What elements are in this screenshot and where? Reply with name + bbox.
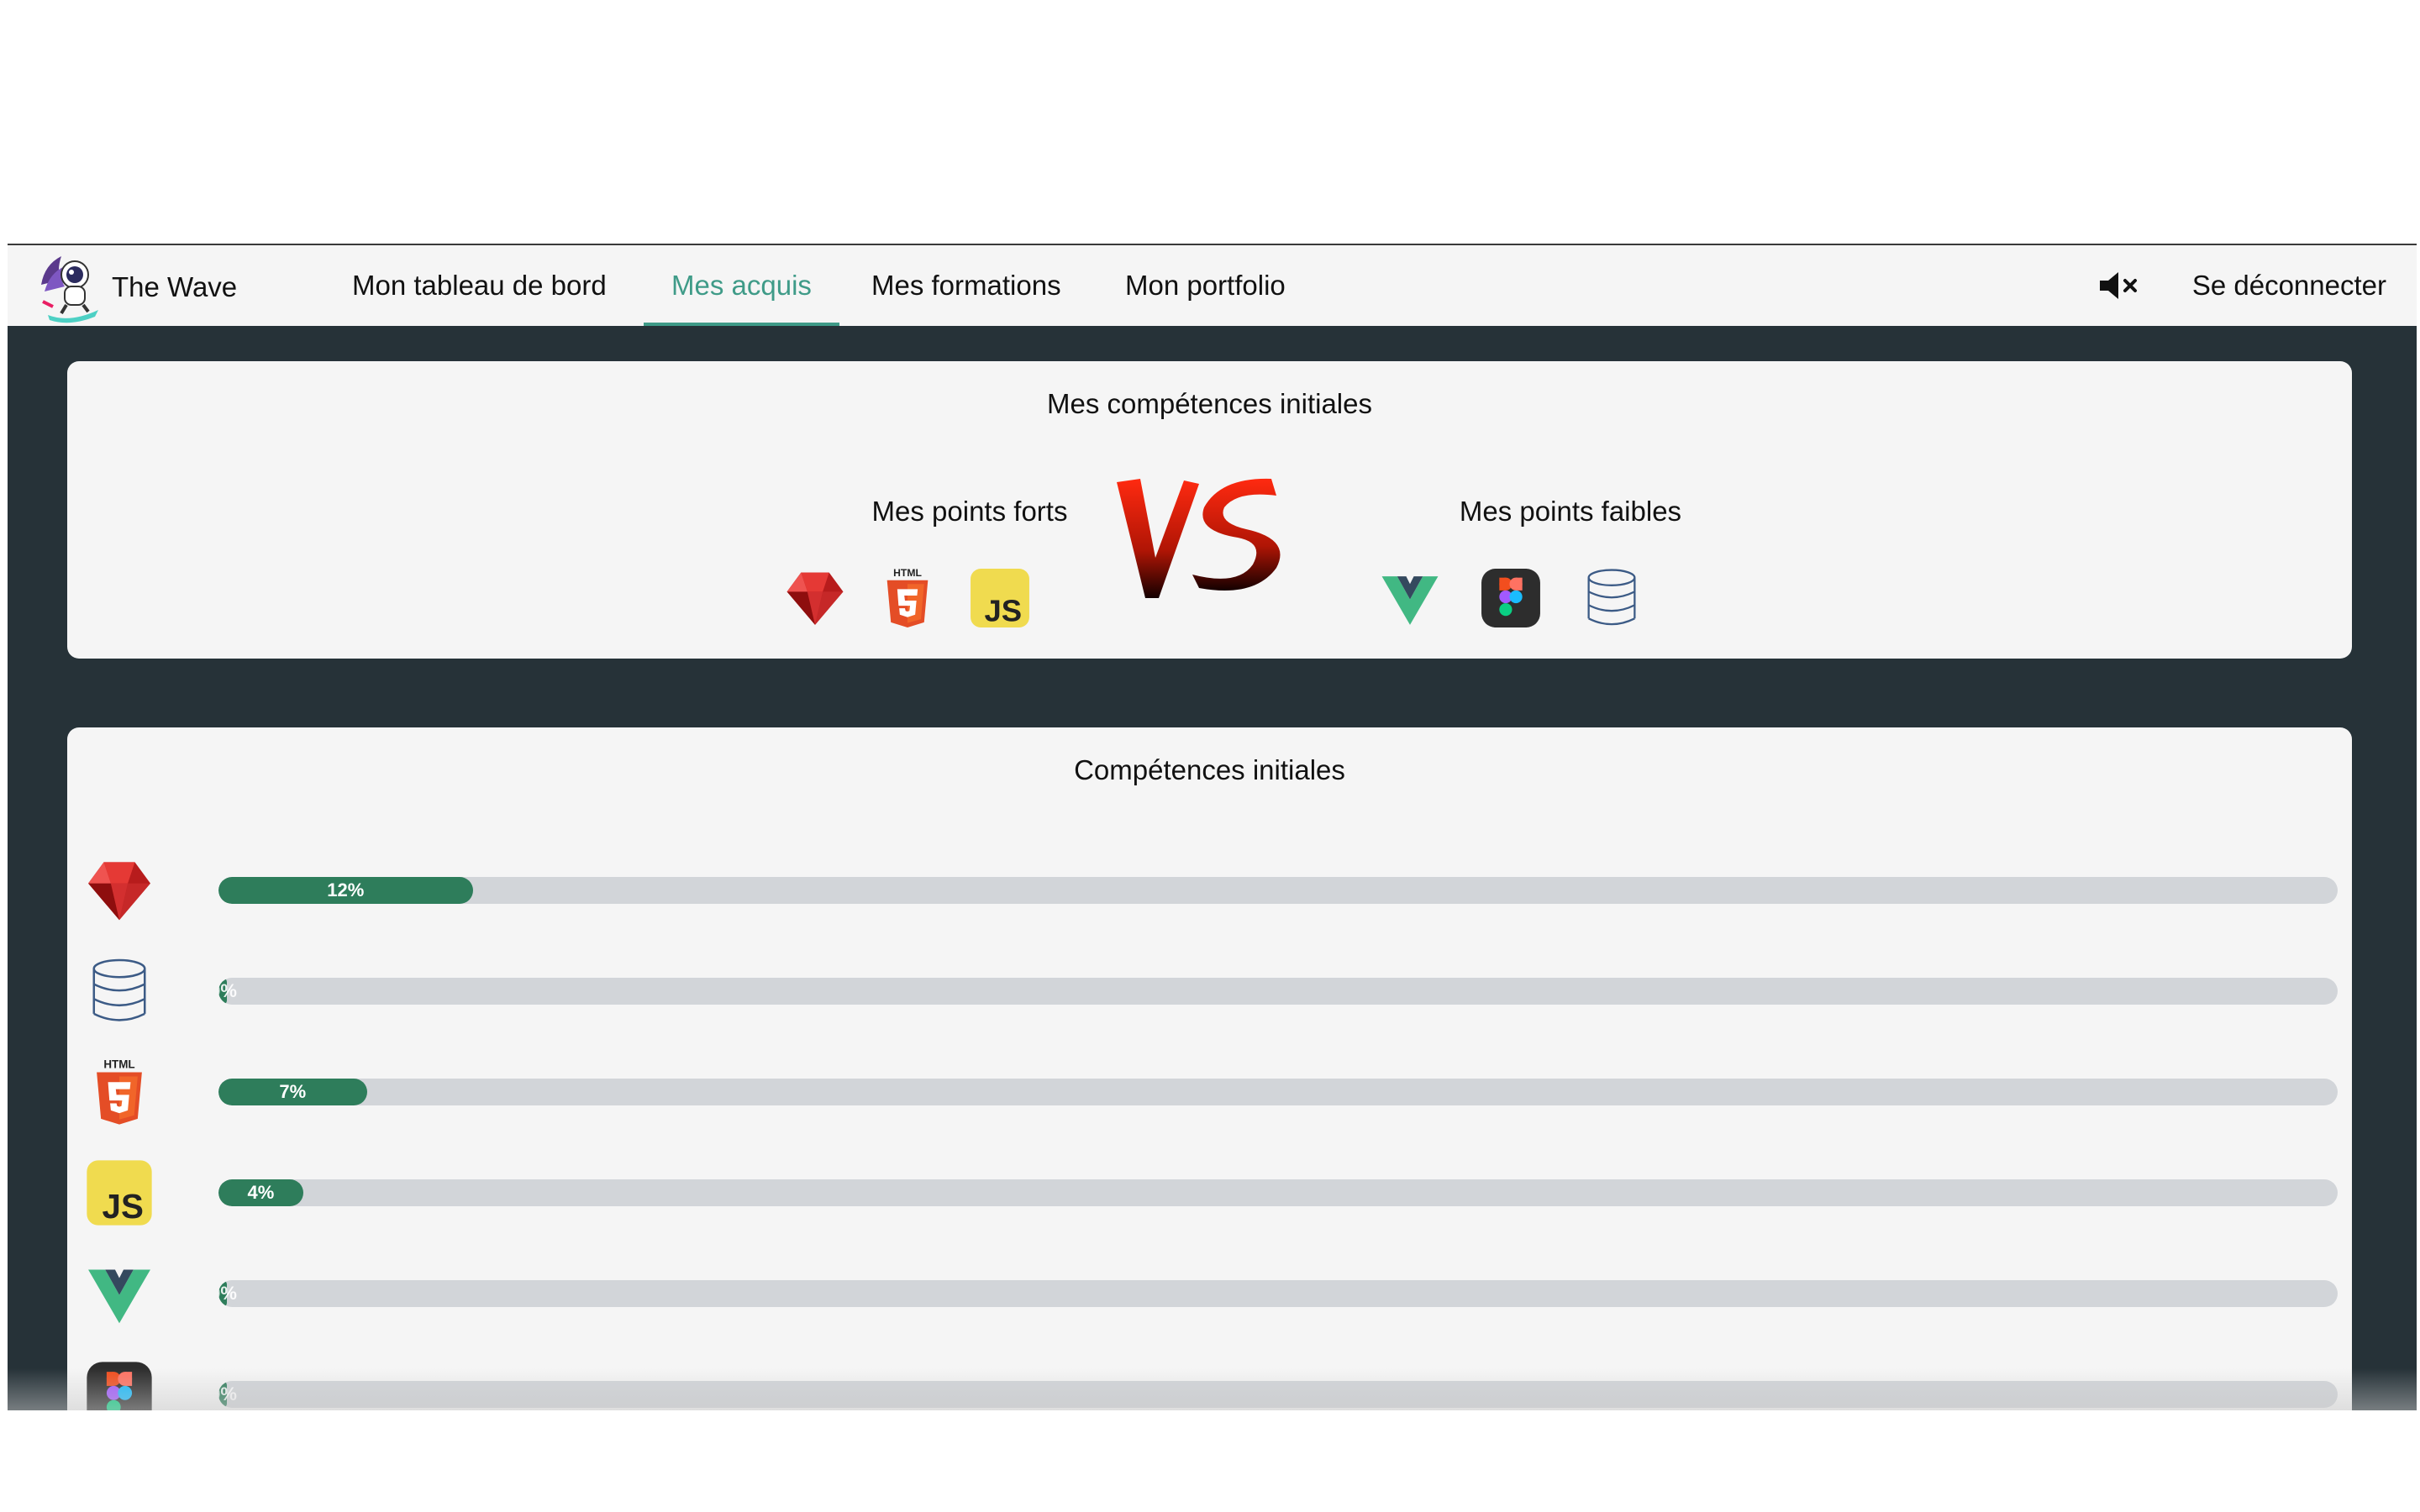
skill-progress-label: 0% — [218, 1283, 237, 1304]
database-icon — [84, 956, 155, 1026]
nav-link-portfolio[interactable]: Mon portfolio — [1125, 245, 1286, 326]
html5-icon — [876, 566, 939, 630]
javascript-icon — [968, 566, 1032, 630]
skill-progress-bar: 7% — [218, 1079, 2338, 1105]
brand-name: The Wave — [112, 271, 238, 302]
astronaut-surfer-logo-icon — [41, 256, 98, 323]
ruby-icon — [783, 566, 847, 630]
logout-link[interactable]: Se déconnecter — [2192, 245, 2386, 326]
skill-progress-label: 0% — [218, 1383, 237, 1404]
weaknesses-title: Mes points faibles — [1459, 496, 1682, 527]
skill-progress-bar: 0% — [218, 1280, 2338, 1307]
skill-progress-fill: 0% — [218, 1280, 237, 1307]
skill-progress-label: 0% — [218, 980, 237, 1001]
skill-progress-fill: 0% — [218, 1381, 237, 1408]
initial-skills-title: Mes compétences initiales — [1046, 388, 1372, 419]
speaker-muted-icon[interactable] — [2096, 269, 2142, 302]
navbar: The Wave Mon tableau de bord Mes acquis … — [8, 245, 2417, 326]
strengths-title: Mes points forts — [871, 496, 1068, 527]
skill-progress-fill: 12% — [218, 877, 473, 904]
database-icon — [1580, 566, 1644, 630]
ruby-icon — [84, 855, 155, 926]
skill-progress-fill: 4% — [218, 1179, 303, 1206]
skill-progress-label: 12% — [327, 879, 365, 900]
brand-link[interactable]: The Wave — [36, 250, 237, 324]
figma-icon — [84, 1359, 155, 1410]
html5-icon — [84, 1057, 155, 1127]
figma-icon — [1479, 566, 1543, 630]
nav-link-acquired-skills[interactable]: Mes acquis — [644, 245, 839, 326]
vue-icon — [1378, 566, 1442, 630]
skill-progress-bar: 0% — [218, 978, 2338, 1005]
skill-progress-label: 4% — [247, 1182, 275, 1203]
skill-progress-fill: 0% — [218, 978, 237, 1005]
skill-progress-bar: 4% — [218, 1179, 2338, 1206]
skill-progress-bar: 12% — [218, 877, 2338, 904]
vue-icon — [84, 1258, 155, 1329]
javascript-icon — [84, 1158, 155, 1228]
skill-progress-bar: 0% — [218, 1381, 2338, 1408]
skill-progress-label: 7% — [279, 1081, 307, 1102]
initial-skills-card: Mes compétences initiales Mes points for… — [67, 361, 2352, 659]
nav-link-trainings[interactable]: Mes formations — [871, 245, 1061, 326]
skill-progress-fill: 7% — [218, 1079, 367, 1105]
skills-progress-card: Compétences initiales 12% 0% 7% 4% — [67, 727, 2352, 1410]
versus-icon — [1117, 478, 1281, 598]
nav-link-dashboard[interactable]: Mon tableau de bord — [352, 245, 607, 326]
app-window: The Wave Mon tableau de bord Mes acquis … — [8, 244, 2417, 1410]
skills-progress-title: Compétences initiales — [1074, 754, 1345, 785]
